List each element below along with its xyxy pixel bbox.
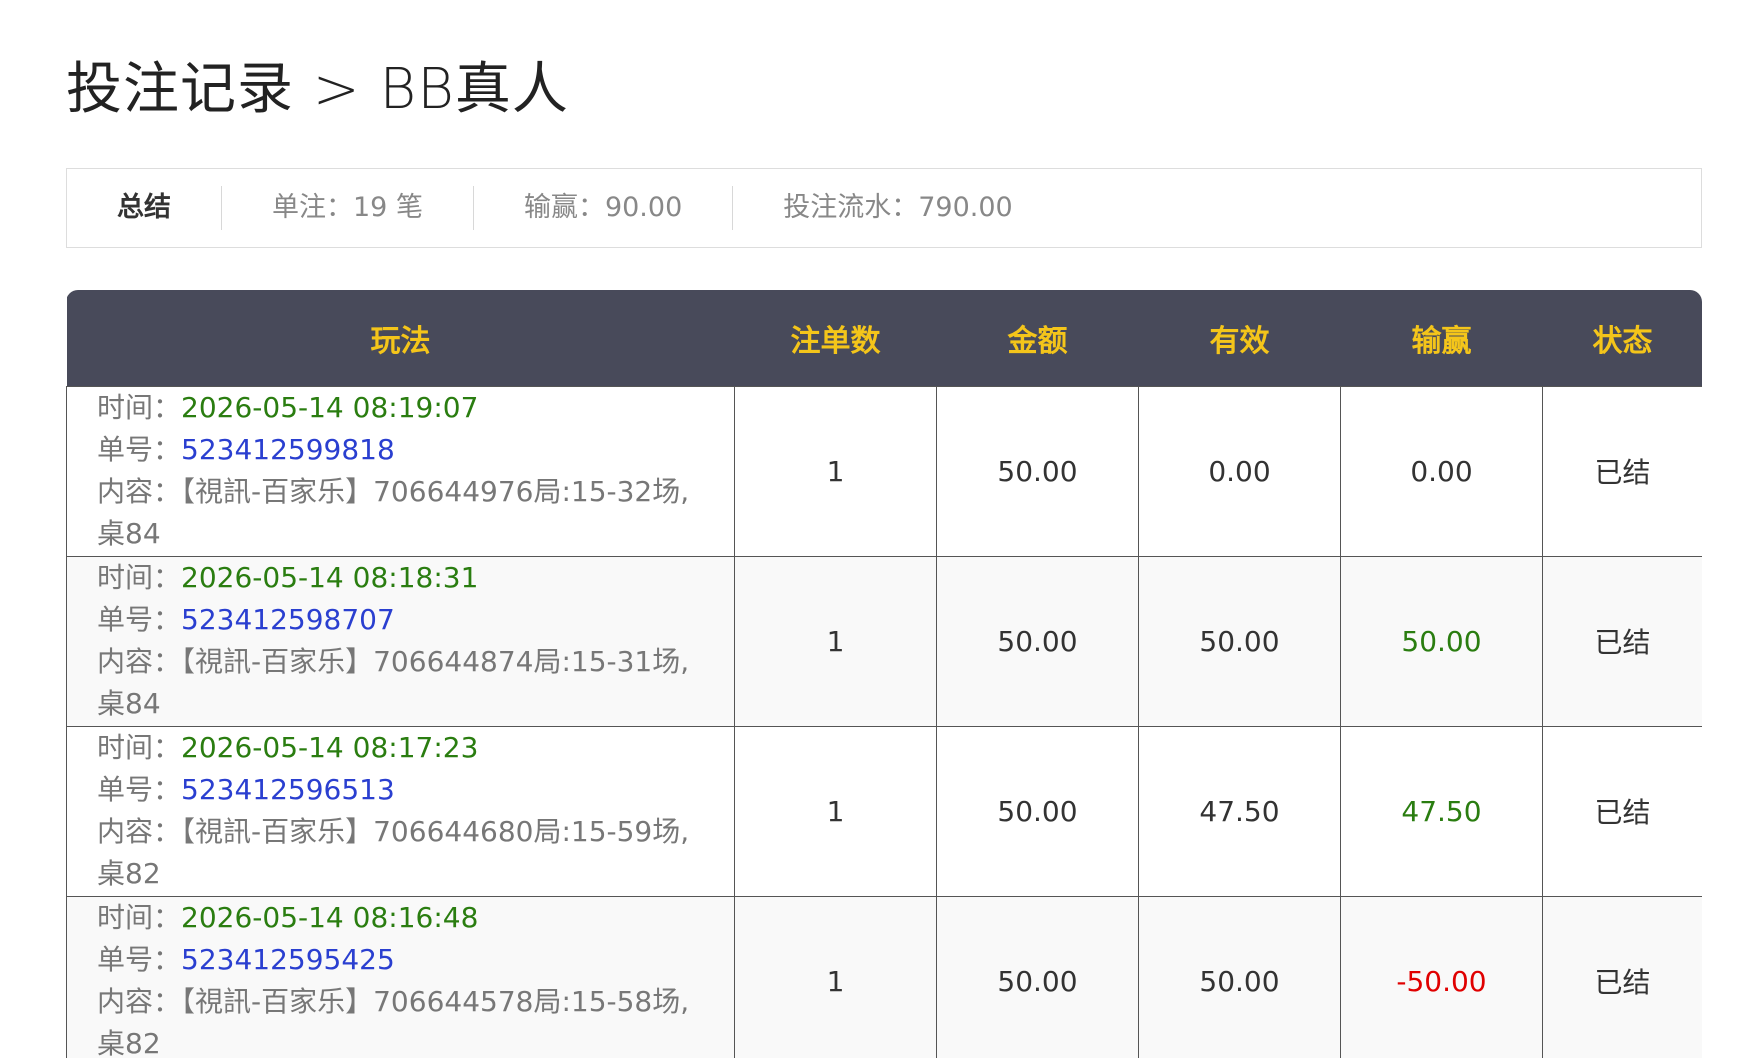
order-no-label: 单号： — [97, 603, 182, 636]
bet-amount: 50.00 — [936, 555, 1139, 727]
order-no-link[interactable]: 523412598707 — [181, 603, 395, 636]
bet-valid: 50.00 — [1138, 895, 1341, 1058]
bet-count: 1 — [734, 895, 937, 1058]
content-label: 内容： — [97, 645, 182, 678]
time-label: 时间： — [97, 561, 182, 594]
bet-winloss: 50.00 — [1340, 555, 1543, 727]
summary-bar: 总结 单注：19 笔 输赢：90.00 投注流水：790.00 — [66, 168, 1702, 248]
header-winloss: 输赢 — [1411, 323, 1472, 359]
time-label: 时间： — [97, 391, 182, 424]
table-row[interactable]: 时间：2026-05-14 08:18:31 单号：523412598707 内… — [66, 555, 1702, 727]
bet-time: 2026-05-14 08:16:48 — [181, 901, 479, 934]
bet-info-cell: 时间：2026-05-14 08:16:48 单号：523412595425 内… — [66, 895, 735, 1058]
order-no-label: 单号： — [97, 433, 182, 466]
summary-label: 总结 — [67, 186, 222, 230]
table-row[interactable]: 时间：2026-05-14 08:16:48 单号：523412595425 内… — [66, 895, 1702, 1058]
bet-amount: 50.00 — [936, 895, 1139, 1058]
table-header-row: 玩法 注单数 金额 有效 输赢 状态 — [66, 290, 1702, 386]
bet-status: 已结 — [1542, 555, 1702, 727]
bet-status: 已结 — [1542, 895, 1702, 1058]
bet-info-cell: 时间：2026-05-14 08:19:07 单号：523412599818 内… — [66, 385, 735, 557]
bet-status: 已结 — [1542, 385, 1702, 557]
header-amount: 金额 — [1007, 323, 1068, 359]
summary-winloss: 输赢：90.00 — [474, 186, 734, 230]
bet-info-cell: 时间：2026-05-14 08:17:23 单号：523412596513 内… — [66, 725, 735, 897]
summary-count: 单注：19 笔 — [222, 186, 474, 230]
bet-winloss: 47.50 — [1340, 725, 1543, 897]
header-status: 状态 — [1592, 323, 1653, 359]
bet-amount: 50.00 — [936, 725, 1139, 897]
page-title: 投注记录 > BB真人 — [66, 57, 569, 122]
bet-winloss: 0.00 — [1340, 385, 1543, 557]
order-no-link[interactable]: 523412596513 — [181, 773, 395, 806]
content-label: 内容： — [97, 815, 182, 848]
order-no-link[interactable]: 523412599818 — [181, 433, 395, 466]
bet-status: 已结 — [1542, 725, 1702, 897]
table-row[interactable]: 时间：2026-05-14 08:19:07 单号：523412599818 内… — [66, 385, 1702, 557]
bet-content: 【視訊-百家乐】706644874局:15-31场,桌84 — [97, 645, 690, 720]
order-no-label: 单号： — [97, 943, 182, 976]
time-label: 时间： — [97, 731, 182, 764]
bet-records-table: 玩法 注单数 金额 有效 输赢 状态 时间：2026-05-14 08:19:0… — [66, 290, 1702, 1058]
time-label: 时间： — [97, 901, 182, 934]
table-row[interactable]: 时间：2026-05-14 08:17:23 单号：523412596513 内… — [66, 725, 1702, 897]
content-label: 内容： — [97, 475, 182, 508]
bet-time: 2026-05-14 08:19:07 — [181, 391, 479, 424]
order-no-label: 单号： — [97, 773, 182, 806]
order-no-link[interactable]: 523412595425 — [181, 943, 395, 976]
bet-count: 1 — [734, 555, 937, 727]
bet-info-cell: 时间：2026-05-14 08:18:31 单号：523412598707 内… — [66, 555, 735, 727]
bet-winloss: -50.00 — [1340, 895, 1543, 1058]
bet-valid: 47.50 — [1138, 725, 1341, 897]
bet-amount: 50.00 — [936, 385, 1139, 557]
summary-turnover: 投注流水：790.00 — [783, 192, 1013, 223]
header-count: 注单数 — [790, 323, 881, 359]
bet-content: 【視訊-百家乐】706644976局:15-32场,桌84 — [97, 475, 690, 550]
bet-count: 1 — [734, 385, 937, 557]
bet-valid: 0.00 — [1138, 385, 1341, 557]
header-play: 玩法 — [370, 323, 431, 359]
bet-content: 【視訊-百家乐】706644578局:15-58场,桌82 — [97, 985, 690, 1058]
bet-time: 2026-05-14 08:18:31 — [181, 561, 479, 594]
header-valid: 有效 — [1209, 323, 1270, 359]
page: 投注记录 > BB真人 总结 单注：19 笔 输赢：90.00 投注流水：790… — [0, 0, 1745, 1058]
bet-valid: 50.00 — [1138, 555, 1341, 727]
bet-time: 2026-05-14 08:17:23 — [181, 731, 479, 764]
content-label: 内容： — [97, 985, 182, 1018]
bet-content: 【視訊-百家乐】706644680局:15-59场,桌82 — [97, 815, 690, 890]
bet-count: 1 — [734, 725, 937, 897]
